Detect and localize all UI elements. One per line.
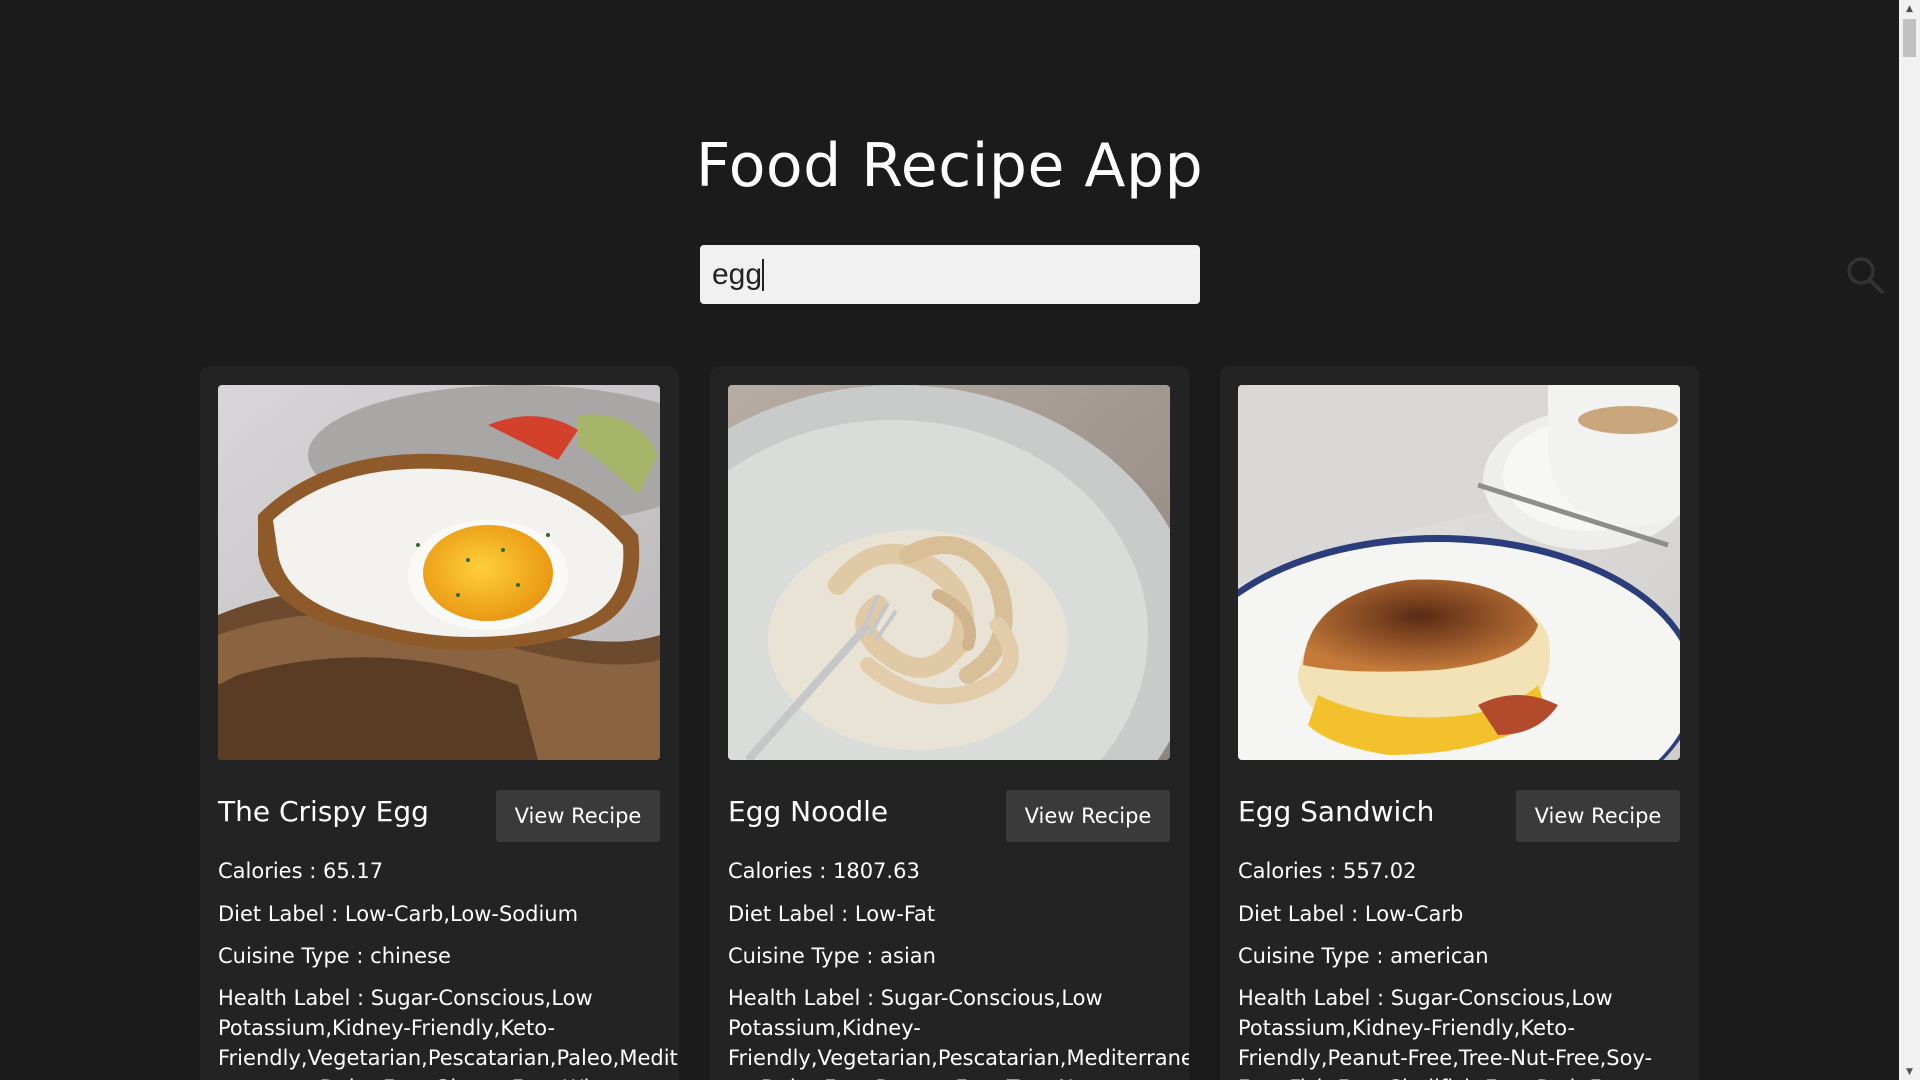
recipe-image [728, 385, 1170, 760]
fried-egg-on-toast-image [218, 385, 660, 760]
recipe-title: The Crispy Egg [218, 795, 429, 828]
recipe-card: The Crispy Egg View Recipe Calories : 65… [200, 366, 679, 1080]
recipe-health-label: Health Label : Sugar-Conscious,Low Potas… [1238, 986, 1653, 1080]
search-icon [1847, 257, 1884, 294]
view-recipe-button[interactable]: View Recipe [496, 790, 660, 842]
recipe-image [218, 385, 660, 760]
recipe-image [1238, 385, 1680, 760]
search-box [700, 245, 1884, 304]
egg-noodles-plate-image [728, 385, 1170, 760]
recipe-cuisine-type: Cuisine Type : asian [728, 944, 936, 968]
recipe-calories: Calories : 65.17 [218, 859, 384, 883]
egg-sandwich-coffee-image [1238, 385, 1680, 760]
scroll-down-arrow-icon[interactable]: ▼ [1899, 1063, 1920, 1080]
recipe-health-label: Health Label : Sugar-Conscious,Low Potas… [728, 986, 1189, 1080]
recipe-calories: Calories : 1807.63 [728, 859, 920, 883]
vertical-scrollbar[interactable]: ▲ ▼ [1899, 0, 1920, 1080]
recipe-card: Egg Sandwich View Recipe Calories : 557.… [1220, 366, 1699, 1080]
app-title: Food Recipe App [695, 131, 1204, 201]
page-viewport: Food Recipe App egg The Crispy Egg View … [0, 0, 1899, 1080]
recipe-health-label: Health Label : Sugar-Conscious,Low Potas… [218, 986, 678, 1080]
scrollbar-thumb[interactable] [1903, 19, 1916, 57]
recipe-diet-label: Diet Label : Low-Carb [1238, 902, 1464, 926]
recipe-calories: Calories : 557.02 [1238, 859, 1417, 883]
view-recipe-button[interactable]: View Recipe [1006, 790, 1170, 842]
recipe-title: Egg Sandwich [1238, 795, 1435, 828]
view-recipe-button[interactable]: View Recipe [1516, 790, 1680, 842]
text-cursor [762, 259, 764, 291]
recipe-diet-label: Diet Label : Low-Fat [728, 902, 936, 926]
scroll-up-arrow-icon[interactable]: ▲ [1899, 0, 1920, 17]
search-button[interactable] [1840, 250, 1890, 300]
recipe-card: Egg Noodle View Recipe Calories : 1807.6… [710, 366, 1189, 1080]
recipe-diet-label: Diet Label : Low-Carb,Low-Sodium [218, 902, 579, 926]
recipe-cuisine-type: Cuisine Type : american [1238, 944, 1489, 968]
search-input[interactable] [712, 245, 1132, 304]
recipe-title: Egg Noodle [728, 795, 889, 828]
recipe-cuisine-type: Cuisine Type : chinese [218, 944, 451, 968]
